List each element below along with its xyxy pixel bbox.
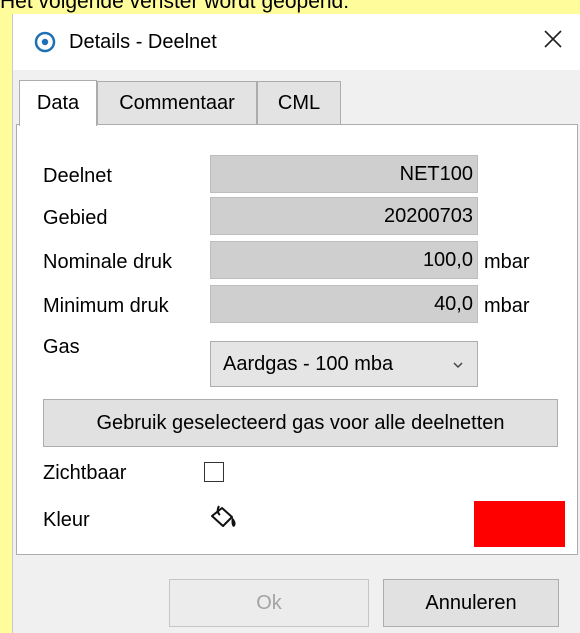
close-icon (543, 29, 563, 55)
kleur-label: Kleur (43, 509, 90, 531)
window-title: Details - Deelnet (69, 31, 217, 53)
nominale-druk-label: Nominale druk (43, 251, 172, 273)
apply-gas-all-button[interactable]: Gebruik geselecteerd gas voor alle deeln… (43, 399, 558, 447)
tab-cml[interactable]: CML (257, 81, 341, 125)
chevron-down-icon (451, 355, 465, 378)
paint-bucket-icon[interactable] (208, 504, 240, 538)
nominale-druk-value-text: 100,0 (422, 248, 473, 271)
ok-button[interactable]: Ok (169, 579, 369, 627)
deelnet-label: Deelnet (43, 165, 112, 187)
target-icon (33, 30, 57, 54)
nominale-druk-unit: mbar (484, 251, 530, 273)
annuleren-label: Annuleren (425, 591, 517, 614)
gas-selected-value: Aardgas - 100 mba (223, 352, 394, 375)
caption-text: Het volgende venster wordt geopend: (0, 0, 350, 13)
tab-data[interactable]: Data (19, 80, 97, 126)
tab-data-label: Data (36, 92, 80, 114)
ok-label: Ok (256, 591, 282, 614)
annuleren-button[interactable]: Annuleren (383, 579, 559, 627)
title-bar: Details - Deelnet (13, 14, 580, 70)
minimum-druk-value-text: 40,0 (434, 292, 473, 315)
minimum-druk-label: Minimum druk (43, 295, 169, 317)
zichtbaar-label: Zichtbaar (43, 462, 127, 484)
nominale-druk-value: 100,0 (210, 241, 478, 279)
apply-gas-all-label: Gebruik geselecteerd gas voor alle deeln… (96, 411, 505, 434)
color-swatch[interactable] (474, 501, 565, 547)
zichtbaar-checkbox[interactable] (204, 462, 224, 482)
close-button[interactable] (525, 14, 580, 70)
tab-commentaar[interactable]: Commentaar (97, 81, 257, 125)
deelnet-value-text: NET100 (399, 162, 473, 185)
minimum-druk-value: 40,0 (210, 285, 478, 323)
tab-cml-label: CML (277, 91, 321, 114)
gebied-label: Gebied (43, 207, 108, 229)
minimum-druk-unit: mbar (484, 295, 530, 317)
deelnet-value: NET100 (210, 155, 478, 193)
gebied-value-text: 20200703 (384, 204, 473, 227)
details-dialog: Details - Deelnet Data Commentaar CML De… (12, 14, 580, 633)
gas-select[interactable]: Aardgas - 100 mba (210, 341, 478, 387)
gebied-value: 20200703 (210, 197, 478, 235)
tab-commentaar-label: Commentaar (119, 91, 235, 114)
gas-label: Gas (43, 336, 80, 358)
